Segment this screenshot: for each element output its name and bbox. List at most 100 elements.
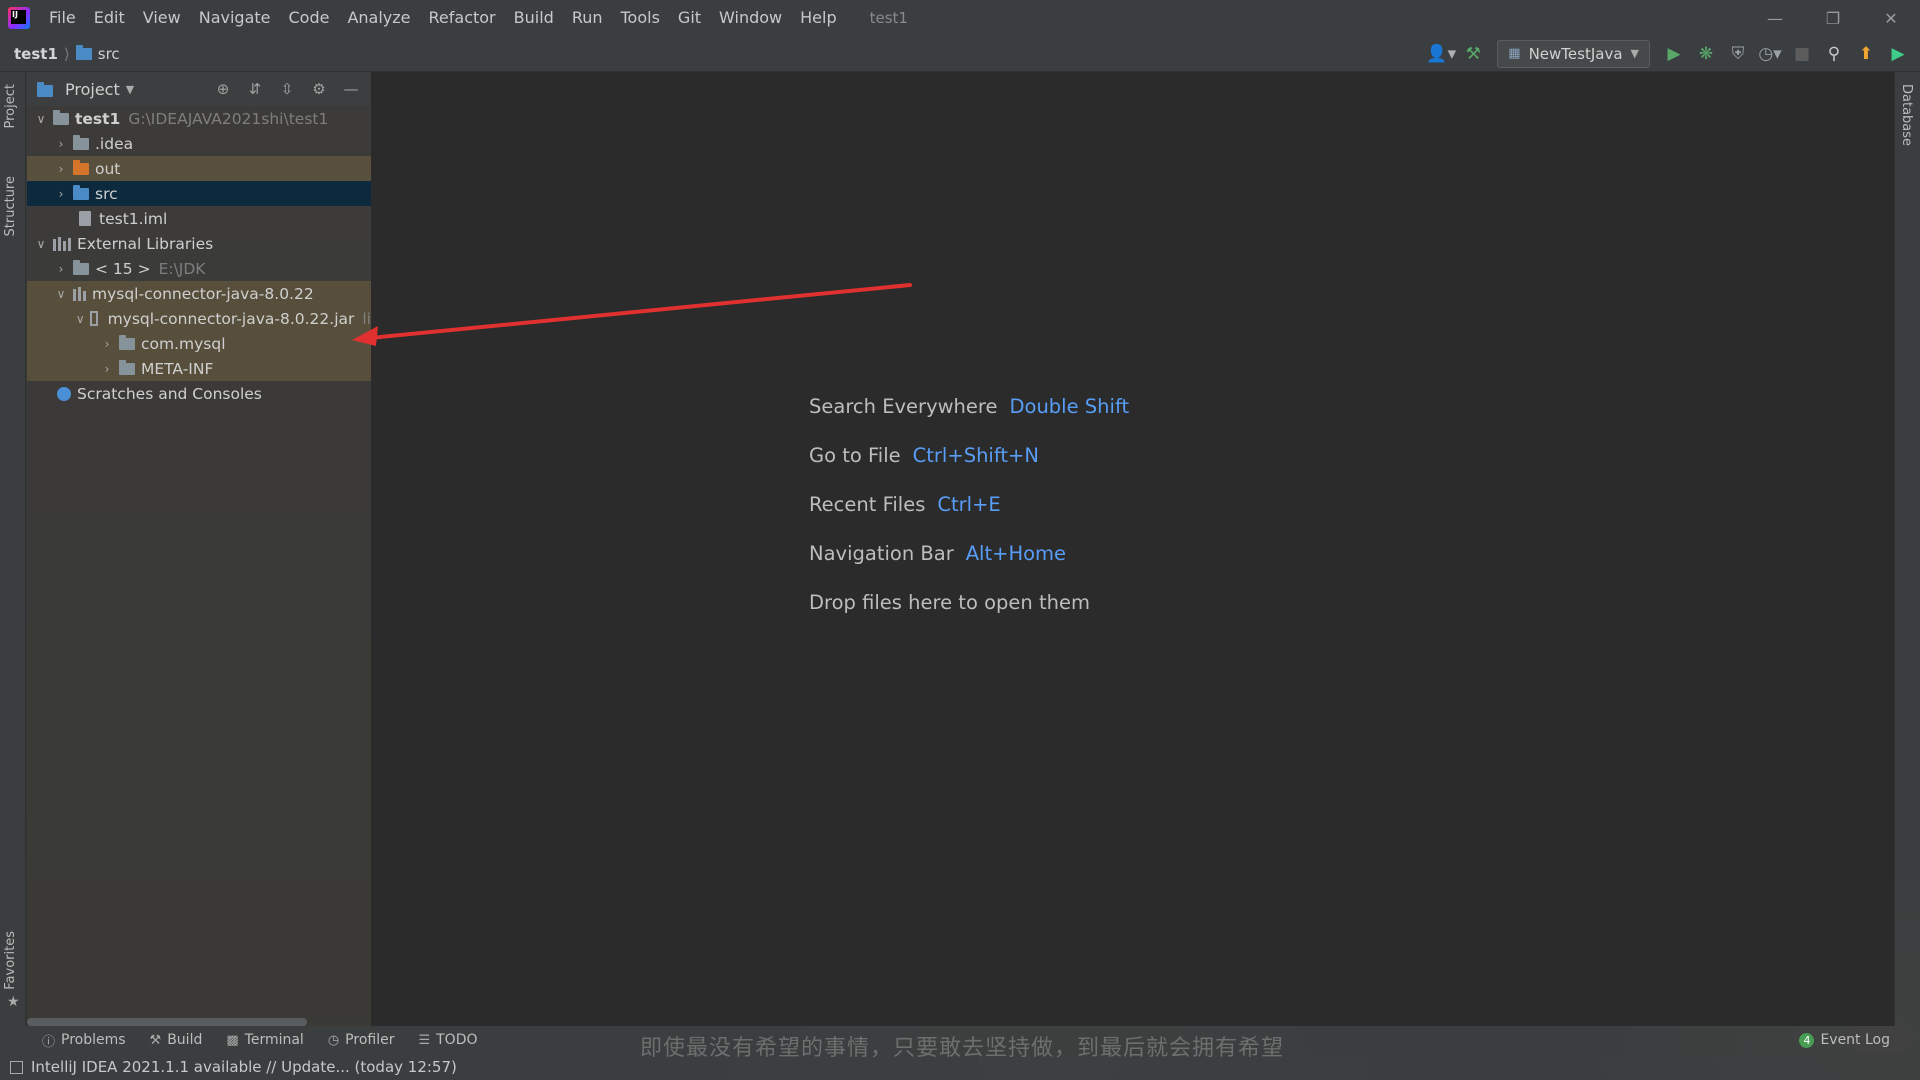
hint-search-everywhere: Search Everywhere Double Shift xyxy=(809,382,1129,431)
tab-event-log[interactable]: 4 Event Log xyxy=(1799,1032,1890,1048)
chevron-down-icon[interactable]: ▼ xyxy=(126,83,134,96)
menu-tools[interactable]: Tools xyxy=(612,0,669,36)
user-icon[interactable]: 👤▾ xyxy=(1425,39,1457,69)
debug-icon[interactable]: ❋ xyxy=(1690,39,1722,69)
locate-file-icon[interactable]: ⊕ xyxy=(209,76,237,102)
restore-button[interactable]: ❐ xyxy=(1804,0,1862,36)
tree-node-label: .idea xyxy=(95,134,134,153)
tree-node-mysql-connector[interactable]: ∨ mysql-connector-java-8.0.22 xyxy=(27,281,371,306)
tab-terminal[interactable]: ▩ Terminal xyxy=(214,1032,315,1048)
coverage-icon[interactable]: ⛨ xyxy=(1722,39,1754,69)
menu-navigate[interactable]: Navigate xyxy=(190,0,280,36)
tree-node-label: Scratches and Consoles xyxy=(77,384,262,403)
tab-favorites[interactable]: Favorites xyxy=(3,927,18,994)
hint-text: Recent Files xyxy=(809,493,926,516)
status-toggle-icon[interactable] xyxy=(10,1060,23,1074)
chevron-right-icon[interactable]: › xyxy=(53,262,69,276)
tree-node-label: mysql-connector-java-8.0.22 xyxy=(92,284,314,303)
tree-node-label: test1 xyxy=(75,109,121,128)
list-icon: ☰ xyxy=(418,1032,431,1048)
tab-problems[interactable]: ⓘ Problems xyxy=(30,1031,138,1050)
close-button[interactable]: ✕ xyxy=(1862,0,1920,36)
chevron-down-icon[interactable]: ∨ xyxy=(33,237,49,251)
tree-node-label: src xyxy=(95,184,118,203)
menu-refactor[interactable]: Refactor xyxy=(420,0,505,36)
jar-icon xyxy=(89,311,98,326)
project-view-selector[interactable]: Project xyxy=(65,80,120,99)
chevron-right-icon[interactable]: › xyxy=(53,187,69,201)
tree-node-out[interactable]: › out xyxy=(27,156,371,181)
menu-window[interactable]: Window xyxy=(710,0,791,36)
project-tree: ∨ test1 G:\IDEAJAVA2021shi\test1 › .idea… xyxy=(27,106,371,406)
menu-file[interactable]: File xyxy=(40,0,85,36)
menu-run[interactable]: Run xyxy=(563,0,612,36)
hint-text: Go to File xyxy=(809,444,901,467)
update-icon[interactable]: ⬆ xyxy=(1850,39,1882,69)
tab-profiler[interactable]: ◷ Profiler xyxy=(316,1032,407,1048)
breadcrumb-project[interactable]: test1 xyxy=(14,45,58,63)
hint-go-to-file: Go to File Ctrl+Shift+N xyxy=(809,431,1129,480)
gear-icon[interactable]: ⚙ xyxy=(305,76,333,102)
menu-git[interactable]: Git xyxy=(669,0,710,36)
code-with-me-icon[interactable]: ▶ xyxy=(1882,39,1914,69)
tree-node-idea[interactable]: › .idea xyxy=(27,131,371,156)
collapse-all-icon[interactable]: ⇳ xyxy=(273,76,301,102)
folder-icon xyxy=(75,44,92,60)
tab-project[interactable]: Project xyxy=(3,80,18,132)
hint-navigation-bar: Navigation Bar Alt+Home xyxy=(809,529,1129,578)
status-message[interactable]: IntelliJ IDEA 2021.1.1 available // Upda… xyxy=(31,1058,457,1076)
menu-analyze[interactable]: Analyze xyxy=(338,0,419,36)
chevron-right-icon[interactable]: › xyxy=(53,137,69,151)
tab-label: Event Log xyxy=(1820,1032,1890,1048)
source-folder-icon xyxy=(73,184,89,200)
breadcrumb-folder[interactable]: src xyxy=(98,45,120,63)
tab-todo[interactable]: ☰ TODO xyxy=(406,1032,489,1048)
menu-code[interactable]: Code xyxy=(280,0,339,36)
editor-area: Search Everywhere Double Shift Go to Fil… xyxy=(372,72,1894,1026)
navigation-bar: test1 ⟩ src 👤▾ ⚒ ▦ NewTestJava ▼ ▶ ❋ ⛨ ◷… xyxy=(0,36,1920,72)
hide-panel-icon[interactable]: — xyxy=(337,76,365,102)
menu-help[interactable]: Help xyxy=(791,0,845,36)
tab-label: Problems xyxy=(61,1032,126,1048)
tree-node-src[interactable]: › src xyxy=(27,181,371,206)
chevron-down-icon[interactable]: ∨ xyxy=(33,112,49,126)
chevron-down-icon[interactable]: ∨ xyxy=(53,287,69,301)
tree-node-path: E:\JDK xyxy=(158,259,206,278)
tree-node-scratches[interactable]: Scratches and Consoles xyxy=(27,381,371,406)
minimize-button[interactable]: — xyxy=(1746,0,1804,36)
tab-label: TODO xyxy=(436,1032,478,1048)
build-hammer-icon[interactable]: ⚒ xyxy=(1457,39,1489,69)
hint-shortcut[interactable]: Ctrl+Shift+N xyxy=(913,444,1039,467)
search-icon[interactable]: ⚲ xyxy=(1818,39,1850,69)
tree-node-com-mysql[interactable]: › com.mysql xyxy=(27,331,371,356)
menu-view[interactable]: View xyxy=(134,0,190,36)
tree-node-external-libraries[interactable]: ∨ External Libraries xyxy=(27,231,371,256)
tree-node-jdk[interactable]: › < 15 > E:\JDK xyxy=(27,256,371,281)
expand-all-icon[interactable]: ⇵ xyxy=(241,76,269,102)
tab-structure[interactable]: Structure xyxy=(3,172,18,240)
hint-shortcut[interactable]: Alt+Home xyxy=(966,542,1066,565)
tree-node-mysql-jar[interactable]: ∨ mysql-connector-java-8.0.22.jar li xyxy=(27,306,371,331)
tab-label: Profiler xyxy=(345,1032,395,1048)
menu-build[interactable]: Build xyxy=(505,0,563,36)
chevron-right-icon[interactable]: › xyxy=(99,337,115,351)
run-configuration-select[interactable]: ▦ NewTestJava ▼ xyxy=(1497,39,1650,68)
tree-node-label: META-INF xyxy=(141,359,214,378)
horizontal-scrollbar[interactable] xyxy=(27,1018,307,1026)
profile-icon[interactable]: ◷▾ xyxy=(1754,39,1786,69)
tree-node-test1[interactable]: ∨ test1 G:\IDEAJAVA2021shi\test1 xyxy=(27,106,371,131)
menu-edit[interactable]: Edit xyxy=(85,0,134,36)
hint-shortcut[interactable]: Double Shift xyxy=(1010,395,1130,418)
tree-node-test1-iml[interactable]: test1.iml xyxy=(27,206,371,231)
hint-text: Navigation Bar xyxy=(809,542,954,565)
tree-node-meta-inf[interactable]: › META-INF xyxy=(27,356,371,381)
tab-build[interactable]: ⚒ Build xyxy=(138,1032,215,1048)
hint-shortcut[interactable]: Ctrl+E xyxy=(937,493,1000,516)
chevron-right-icon[interactable]: › xyxy=(99,362,115,376)
chevron-down-icon[interactable]: ∨ xyxy=(75,312,86,326)
tab-label: Build xyxy=(167,1032,203,1048)
tab-database[interactable]: Database xyxy=(1899,84,1914,146)
run-icon[interactable]: ▶ xyxy=(1658,39,1690,69)
stop-icon[interactable]: ■ xyxy=(1786,39,1818,69)
chevron-right-icon[interactable]: › xyxy=(53,162,69,176)
